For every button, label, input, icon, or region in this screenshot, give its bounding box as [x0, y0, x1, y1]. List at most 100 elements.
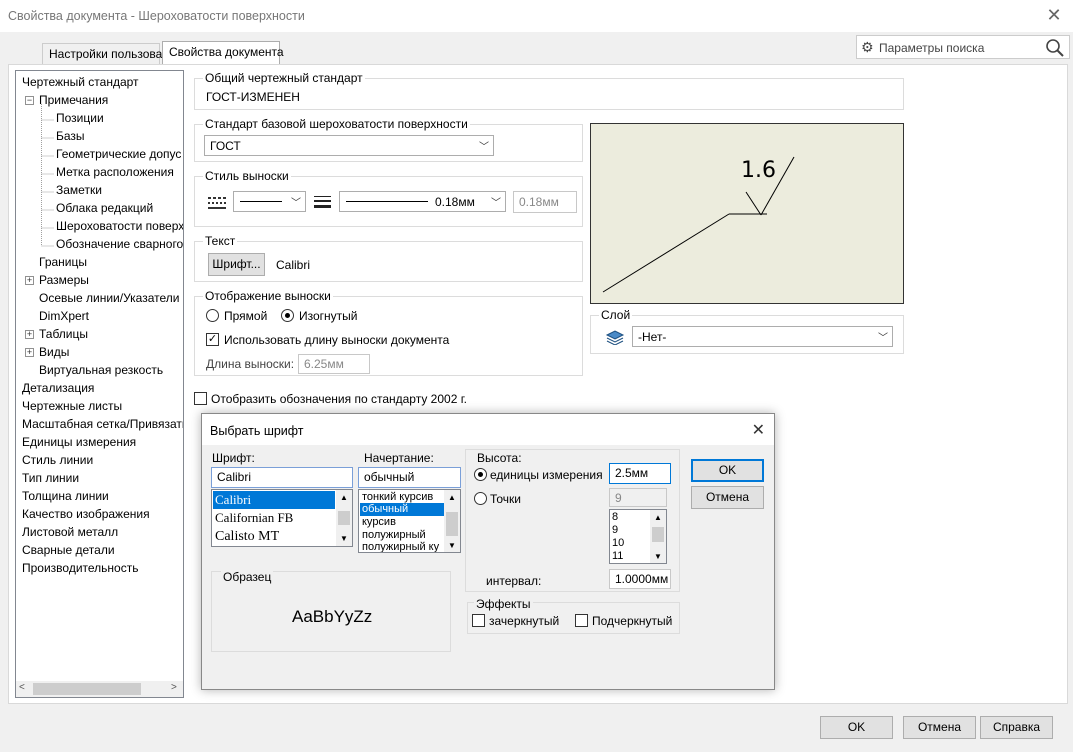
tree-item-views[interactable]: Виды: [39, 345, 69, 359]
tree-item-grid-snap[interactable]: Масштабная сетка/Привязать: [22, 417, 183, 431]
tree-item-centerlines[interactable]: Осевые линии/Указатели: [39, 291, 179, 305]
search-icon[interactable]: [1045, 38, 1065, 58]
style-item[interactable]: полужирный: [362, 529, 426, 541]
expand-icon[interactable]: +: [25, 276, 34, 285]
tree-item-surface-finish[interactable]: Шероховатости поверх: [56, 219, 183, 233]
font-button[interactable]: Шрифт...: [208, 253, 265, 276]
points-item[interactable]: 8: [612, 511, 618, 523]
search-box[interactable]: ⚙ Параметры поиска: [856, 35, 1070, 59]
spacing-field[interactable]: 1.0000мм: [609, 569, 671, 589]
scroll-left-icon[interactable]: <: [19, 682, 25, 693]
tree-item-sheet-metal[interactable]: Листовой металл: [22, 525, 118, 539]
points-item[interactable]: 9: [612, 524, 618, 536]
dialog-cancel-button[interactable]: Отмена: [691, 486, 764, 509]
tree-item-line-font[interactable]: Стиль линии: [22, 453, 93, 467]
close-icon[interactable]: ✕: [1045, 6, 1063, 24]
scroll-up-icon[interactable]: ▲: [340, 493, 348, 502]
style-item[interactable]: обычный: [362, 503, 408, 515]
font-list[interactable]: Calibri Californian FB Calisto MT ▲ ▼: [211, 489, 353, 547]
scroll-down-icon[interactable]: ▼: [448, 541, 456, 550]
style-item[interactable]: тонкий курсив: [362, 491, 433, 503]
tree-item-location-label[interactable]: Метка расположения: [56, 165, 174, 179]
scrollbar-thumb[interactable]: [446, 512, 458, 536]
style-item[interactable]: курсив: [362, 516, 396, 528]
expand-icon[interactable]: +: [25, 348, 34, 357]
font-dialog-close-icon[interactable]: ✕: [752, 420, 765, 440]
points-list-scrollbar[interactable]: ▲ ▼: [650, 510, 666, 563]
tree-item-performance[interactable]: Производительность: [22, 561, 138, 575]
leader-length-field[interactable]: 6.25мм: [298, 354, 370, 374]
tree-item-virtual-sharp[interactable]: Виртуальная резкость: [39, 363, 163, 377]
tree-item-weldments[interactable]: Сварные детали: [22, 543, 115, 557]
font-field[interactable]: Calibri: [211, 467, 353, 488]
units-radio[interactable]: [474, 468, 487, 481]
layer-value: -Нет-: [638, 330, 667, 344]
line-style-select[interactable]: ﹀: [233, 191, 306, 212]
style-list[interactable]: тонкий курсив обычный курсив полужирный …: [358, 489, 461, 553]
strike-checkbox[interactable]: [472, 614, 485, 627]
points-field[interactable]: 9: [609, 488, 667, 507]
base-standard-select[interactable]: ГОСТ ﹀: [204, 135, 494, 156]
font-item-californian[interactable]: Californian FB: [215, 510, 293, 526]
custom-thickness-field[interactable]: 0.18мм: [513, 191, 577, 213]
scroll-down-icon[interactable]: ▼: [654, 552, 662, 561]
tree-item-notes[interactable]: Заметки: [56, 183, 102, 197]
scrollbar-thumb[interactable]: [33, 683, 141, 695]
options-tree[interactable]: Чертежный стандарт − Примечания Позиции …: [15, 70, 184, 698]
points-item[interactable]: 11: [612, 550, 623, 562]
tree-item-revision-clouds[interactable]: Облака редакций: [56, 201, 153, 215]
scroll-up-icon[interactable]: ▲: [448, 493, 456, 502]
scrollbar-thumb[interactable]: [338, 511, 350, 525]
straight-radio[interactable]: [206, 309, 219, 322]
line-style-sample: [240, 201, 282, 202]
search-input[interactable]: Параметры поиска: [879, 41, 984, 55]
tree-item-image-quality[interactable]: Качество изображения: [22, 507, 150, 521]
tree-item-detailing[interactable]: Детализация: [22, 381, 94, 395]
tree-horizontal-scrollbar[interactable]: < >: [16, 681, 183, 697]
help-button[interactable]: Справка: [980, 716, 1053, 739]
scrollbar-thumb[interactable]: [652, 527, 664, 542]
line-thickness-select[interactable]: 0.18мм ﹀: [339, 191, 506, 212]
style-list-scrollbar[interactable]: ▲ ▼: [444, 490, 460, 552]
sample-text: AaBbYyZz: [292, 607, 373, 626]
use-doc-length-label: Использовать длину выноски документа: [224, 333, 450, 347]
underline-checkbox[interactable]: [575, 614, 588, 627]
dialog-ok-button[interactable]: OK: [691, 459, 764, 482]
points-list[interactable]: 8 9 10 11 ▲ ▼: [609, 509, 667, 564]
collapse-icon[interactable]: −: [25, 96, 34, 105]
gear-icon[interactable]: ⚙: [861, 39, 874, 56]
text-group: Текст Шрифт... Calibri: [194, 234, 583, 282]
tree-item-gtol[interactable]: Геометрические допус: [56, 147, 181, 161]
style-item[interactable]: полужирный ку: [362, 541, 439, 552]
tree-item-line-thickness[interactable]: Толщина линии: [22, 489, 109, 503]
tree-item-balloons[interactable]: Позиции: [56, 111, 104, 125]
expand-icon[interactable]: +: [25, 330, 34, 339]
units-field[interactable]: 2.5мм: [609, 463, 671, 484]
font-item-calisto[interactable]: Calisto MT: [215, 529, 279, 545]
tree-item-weld-symbol[interactable]: Обозначение сварного: [56, 237, 183, 251]
points-item[interactable]: 10: [612, 537, 624, 549]
tab-document-properties[interactable]: Свойства документа: [162, 41, 284, 64]
layer-select[interactable]: -Нет- ﹀: [632, 326, 893, 347]
tree-item-dimxpert[interactable]: DimXpert: [39, 309, 89, 323]
tree-item-line-style[interactable]: Тип линии: [22, 471, 79, 485]
scroll-up-icon[interactable]: ▲: [654, 513, 662, 522]
font-list-scrollbar[interactable]: ▲ ▼: [336, 490, 352, 546]
cancel-button[interactable]: Отмена: [903, 716, 976, 739]
layer-group: Слой -Нет- ﹀: [590, 308, 904, 354]
leader-style-group: Стиль выноски ﹀ 0.18мм ﹀ 0.18мм: [194, 169, 583, 227]
tree-item-units[interactable]: Единицы измерения: [22, 435, 136, 449]
style-field[interactable]: обычный: [358, 467, 461, 488]
scroll-right-icon[interactable]: >: [171, 682, 177, 693]
font-item-calibri[interactable]: Calibri: [215, 492, 251, 508]
ok-button[interactable]: OK: [820, 716, 893, 739]
scroll-down-icon[interactable]: ▼: [340, 534, 348, 543]
bent-radio[interactable]: [281, 309, 294, 322]
tab-user-settings[interactable]: Настройки пользователя: [42, 43, 187, 64]
tree-item-drafting-standard[interactable]: Чертежный стандарт: [22, 75, 139, 89]
display-2002-checkbox[interactable]: [194, 392, 207, 405]
use-doc-length-checkbox[interactable]: ✓: [206, 333, 219, 346]
tree-item-drawing-sheets[interactable]: Чертежные листы: [22, 399, 122, 413]
tree-item-tables[interactable]: Таблицы: [39, 327, 88, 341]
points-radio[interactable]: [474, 492, 487, 505]
